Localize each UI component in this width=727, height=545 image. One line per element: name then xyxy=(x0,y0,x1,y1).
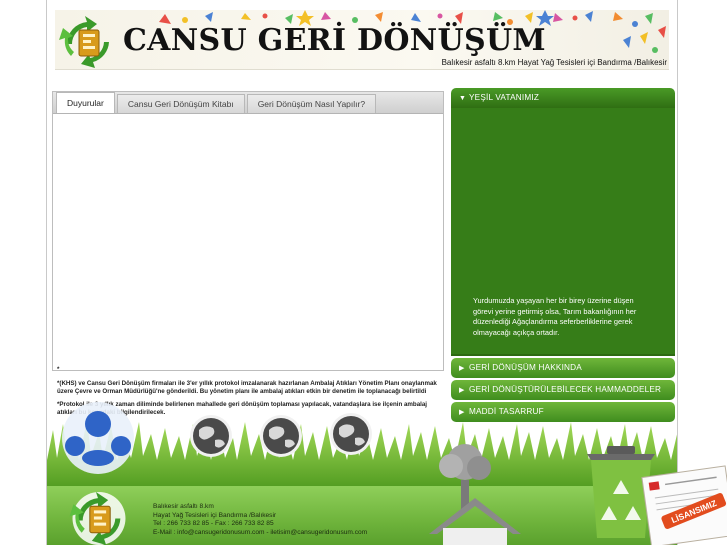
caret-right-icon: ▶ xyxy=(459,365,465,372)
footer-line-location: Hayat Yağ Tesisleri içi Bandırma /Balıke… xyxy=(153,511,277,519)
news-content: * *(KHS) ve Cansu Geri Dönüşüm firmaları… xyxy=(57,366,437,420)
caret-right-icon: ▶ xyxy=(459,409,465,416)
tab-duyurular[interactable]: Duyurular xyxy=(56,92,115,113)
accordion-header-yesil-vatanimiz[interactable]: ▼ YEŞİL VATANIMIZ xyxy=(451,88,675,108)
news-paragraph-1: *(KHS) ve Cansu Geri Dönüşüm firmaları i… xyxy=(57,379,437,395)
footer-line-phone: Tel : 266 733 82 85 - Fax : 266 733 82 8… xyxy=(153,520,274,528)
tab-panel: Duyurular Cansu Geri Dönüşüm Kitabı Geri… xyxy=(52,91,444,371)
tab-nasil-yapilir[interactable]: Geri Dönüşüm Nasıl Yapılır? xyxy=(246,94,377,113)
header-address: Balıkesir asfaltı 8.km Hayat Yağ Tesisle… xyxy=(441,58,667,67)
footer-line-address: Balıkesir asfaltı 8.km xyxy=(153,503,214,510)
accordion-label: GERİ DÖNÜŞTÜRÜLEBİLECEK HAMMADDELER xyxy=(469,385,662,394)
accordion-body: Yurdumuzda yaşayan her bir birey üzerine… xyxy=(451,108,675,356)
accordion-header-geri-donusum-hakkinda[interactable]: ▶ GERİ DÖNÜŞÜM HAKKINDA xyxy=(451,358,675,378)
tab-kitap[interactable]: Cansu Geri Dönüşüm Kitabı xyxy=(116,94,245,113)
news-paragraph-2: *Protokol ile 3 yıllık zaman diliminde b… xyxy=(57,401,428,417)
recycle-logo-icon xyxy=(59,16,109,68)
footer-contact: Balıkesir asfaltı 8.km Hayat Yağ Tesisle… xyxy=(153,503,367,537)
site-header: CANSU GERİ DÖNÜŞÜM Balıkesir asfaltı 8.k… xyxy=(55,10,669,70)
tab-bar: Duyurular Cansu Geri Dönüşüm Kitabı Geri… xyxy=(53,92,443,114)
accordion-label: MADDİ TASARRUF xyxy=(469,407,544,416)
caret-right-icon: ▶ xyxy=(459,387,465,394)
grass-decoration xyxy=(47,420,677,490)
brand-title: CANSU GERİ DÖNÜŞÜM xyxy=(123,23,546,58)
accordion-label: GERİ DÖNÜŞÜM HAKKINDA xyxy=(469,363,582,372)
accordion-body-text: Yurdumuzda yaşayan her bir birey üzerine… xyxy=(473,296,637,337)
accordion-label: YEŞİL VATANIMIZ xyxy=(469,93,540,102)
accordion-header-maddi-tasarruf[interactable]: ▶ MADDİ TASARRUF xyxy=(451,402,675,422)
news-bullet: * xyxy=(57,366,60,373)
footer-line-email: E-Mail : info@cansugeridonusum.com - ile… xyxy=(153,528,368,536)
accordion-header-hammaddeler[interactable]: ▶ GERİ DÖNÜŞTÜRÜLEBİLECEK HAMMADDELER xyxy=(451,380,675,400)
info-accordion: ▼ YEŞİL VATANIMIZ Yurdumuzda yaşayan her … xyxy=(451,88,675,424)
page-container: CANSU GERİ DÖNÜŞÜM Balıkesir asfaltı 8.k… xyxy=(46,0,678,545)
caret-down-icon: ▼ xyxy=(459,95,467,102)
